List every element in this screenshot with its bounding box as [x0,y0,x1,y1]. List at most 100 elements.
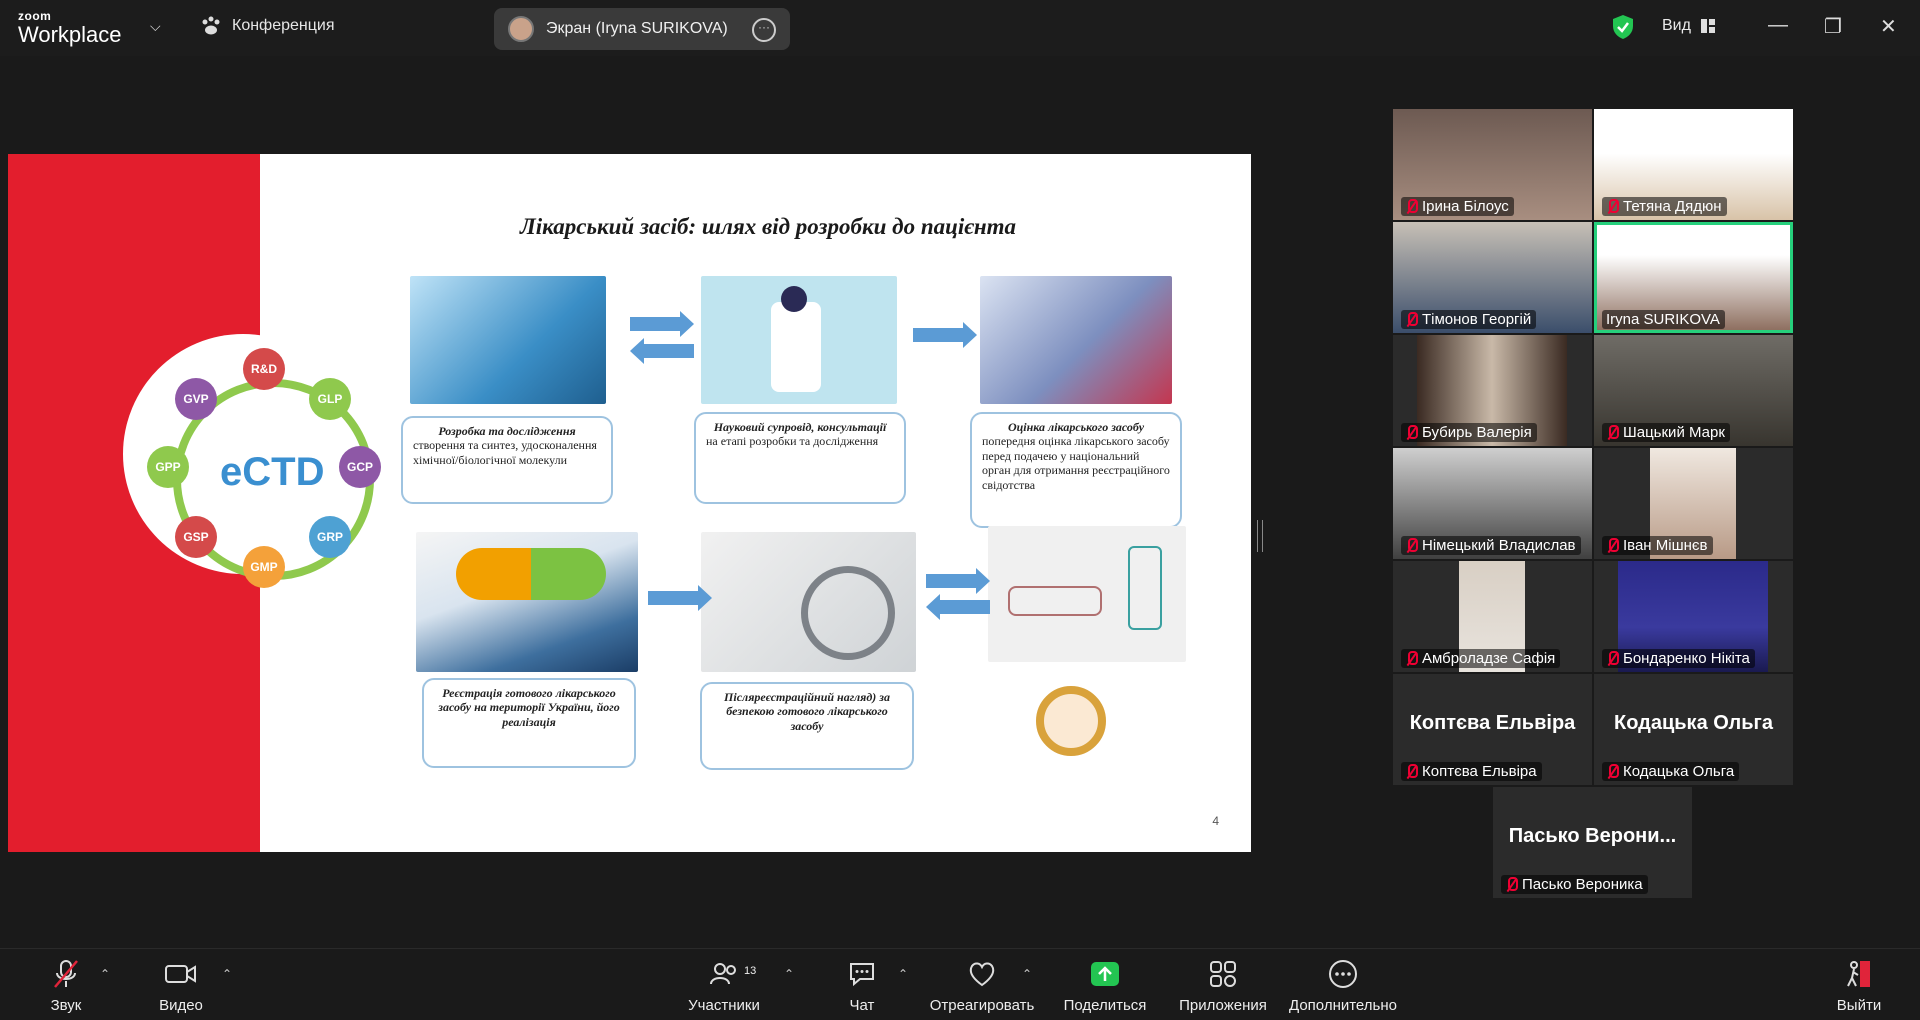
audio-button[interactable]: Звук [38,957,94,1014]
chat-icon [850,963,874,987]
participant-big-name: Пасько Верони... [1508,825,1677,847]
participant-tile[interactable]: Бондаренко Нікіта [1594,561,1793,672]
chevron-down-icon[interactable]: ⌵ [150,18,161,35]
participant-name: Тетяна Дядюн [1623,198,1722,215]
slide-title: Лікарський засіб: шлях від розробки до п… [520,214,1016,239]
react-button[interactable]: Отреагировать [928,957,1036,1014]
participant-tile[interactable]: Бубирь Валерія [1393,335,1592,446]
minimize-icon[interactable]: — [1768,14,1788,37]
box-development-title: Розробка та дослідження [438,424,576,438]
box-consulting-title: Науковий супровід, консультації [713,420,887,434]
participant-name-tag: Шацький Марк [1602,423,1730,442]
chevron-up-icon[interactable]: ⌃ [100,967,110,981]
video-button[interactable]: Видео [158,957,204,1014]
apps-label: Приложения [1179,997,1267,1014]
participants-count: 13 [744,965,757,977]
bubble-gvp: GVP [175,378,217,420]
participant-name: Iryna SURIKOVA [1606,311,1720,328]
participants-label: Участники [688,997,760,1014]
chevron-up-icon[interactable]: ⌃ [784,967,794,981]
restore-icon[interactable]: ❐ [1824,14,1842,39]
resize-handle[interactable] [1257,520,1263,552]
pills-molecule-image [980,276,1172,404]
participant-name-tag: Тетяна Дядюн [1602,197,1727,216]
participant-name-tag: Тімонов Георгій [1401,310,1537,329]
view-label: Вид [1662,17,1691,34]
participant-name-tag: Пасько Вероника [1501,875,1648,894]
box-development-text: створення та синтез, удосконалення хіміч… [413,438,597,467]
participant-tile[interactable]: Тетяна Дядюн [1594,109,1793,220]
security-shield-icon[interactable] [1612,14,1634,40]
mic-muted-icon [1606,198,1619,215]
arrow-right-icon [630,311,694,337]
box-evaluation: Оцінка лікарського засобу попередня оцін… [970,412,1182,528]
apps-button[interactable]: Приложения [1176,957,1270,1014]
participant-name: Іван Мішнєв [1623,537,1708,554]
arrow-right-icon [648,585,712,611]
participant-tile[interactable]: Іван Мішнєв [1594,448,1793,559]
box-development: Розробка та дослідження створення та син… [401,416,613,504]
mic-muted-icon [1405,311,1418,328]
mic-muted-icon [1606,763,1619,780]
bubble-gpp: GPP [147,446,189,488]
bubble-gcp: GCP [339,446,381,488]
screen-share-label: Экран (Iryna SURIKOVA) [546,20,728,37]
video-camera-icon [165,965,196,983]
mic-muted-icon [1405,650,1418,667]
participant-tile[interactable]: Ірина Білоус [1393,109,1592,220]
share-button[interactable]: Поделиться [1062,957,1148,1014]
participant-tile[interactable]: Шацький Марк [1594,335,1793,446]
arrow-left-icon [926,594,990,620]
chat-label: Чат [849,997,875,1014]
more-label: Дополнительно [1289,997,1397,1014]
more-button[interactable]: Дополнительно [1286,957,1400,1014]
zoom-logo: zoom Workplace [18,10,122,46]
participant-name-tag: Кодацька Ольга [1602,762,1740,781]
mic-muted-icon [1405,424,1418,441]
participant-tile[interactable]: Тімонов Георгій [1393,222,1592,333]
box-evaluation-text: попередня оцінка лікарського засобу пере… [982,434,1170,492]
participant-name-tag: Коптєва Ельвіра [1401,762,1542,781]
chevron-up-icon[interactable]: ⌃ [222,967,232,981]
box-consulting: Науковий супровід, консультації на етапі… [694,412,906,504]
chevron-up-icon[interactable]: ⌃ [1022,967,1032,981]
scientist-image [701,276,897,404]
participant-tile[interactable]: Німецький Владислав [1393,448,1592,559]
participant-tile-novideo[interactable]: Коптєва Ельвіра Коптєва Ельвіра [1393,674,1592,785]
participant-name: Коптєва Ельвіра [1422,763,1537,780]
participant-name: Ірина Білоус [1422,198,1509,215]
chevron-up-icon[interactable]: ⌃ [898,967,908,981]
audio-label: Звук [50,997,82,1014]
participant-tile-active[interactable]: Iryna SURIKOVA [1594,222,1793,333]
participant-name: Німецький Владислав [1422,537,1576,554]
leave-button[interactable]: Выйти [1834,957,1884,1014]
conference-label: Конференция [232,17,335,34]
participant-name: Тімонов Георгій [1422,311,1532,328]
participant-tile-novideo[interactable]: Кодацька Ольга Кодацька Ольга [1594,674,1793,785]
participant-name: Бубирь Валерія [1422,424,1532,441]
mic-muted-icon [1405,763,1418,780]
apps-icon [1210,961,1236,987]
participant-tile[interactable]: Амброладзе Сафія [1393,561,1592,672]
logo-bottom: Workplace [18,22,122,47]
box-consulting-text: на етапі розробки та дослідження [706,434,879,449]
share-label: Поделиться [1063,997,1147,1014]
capsules-image [416,532,638,672]
mic-muted-icon [1606,537,1619,554]
more-icon[interactable]: ··· [752,18,776,42]
close-icon[interactable]: ✕ [1880,14,1897,39]
chat-button[interactable]: Чат [842,957,882,1014]
view-button[interactable]: Вид [1662,17,1715,35]
video-label: Видео [159,997,203,1014]
bubble-gsp: GSP [175,516,217,558]
ectd-logo: eCTD [220,450,325,494]
bubble-rd: R&D [243,348,285,390]
box-postregistration: Післяреєстраційний нагляд) за безпекою г… [700,682,914,770]
box-postregistration-text: Післяреєстраційний нагляд) за безпекою г… [724,690,890,733]
participant-tile-novideo[interactable]: Пасько Верони... Пасько Вероника [1493,787,1692,898]
conference-info-button[interactable]: Конференция [200,16,335,36]
screen-share-pill[interactable]: Экран (Iryna SURIKOVA) ··· [494,8,790,50]
participant-name-tag: Амброладзе Сафія [1401,649,1561,668]
top-bar: zoom Workplace ⌵ Конференция Экран (Iryn… [0,0,1920,56]
participant-name: Бондаренко Нікіта [1623,650,1750,667]
